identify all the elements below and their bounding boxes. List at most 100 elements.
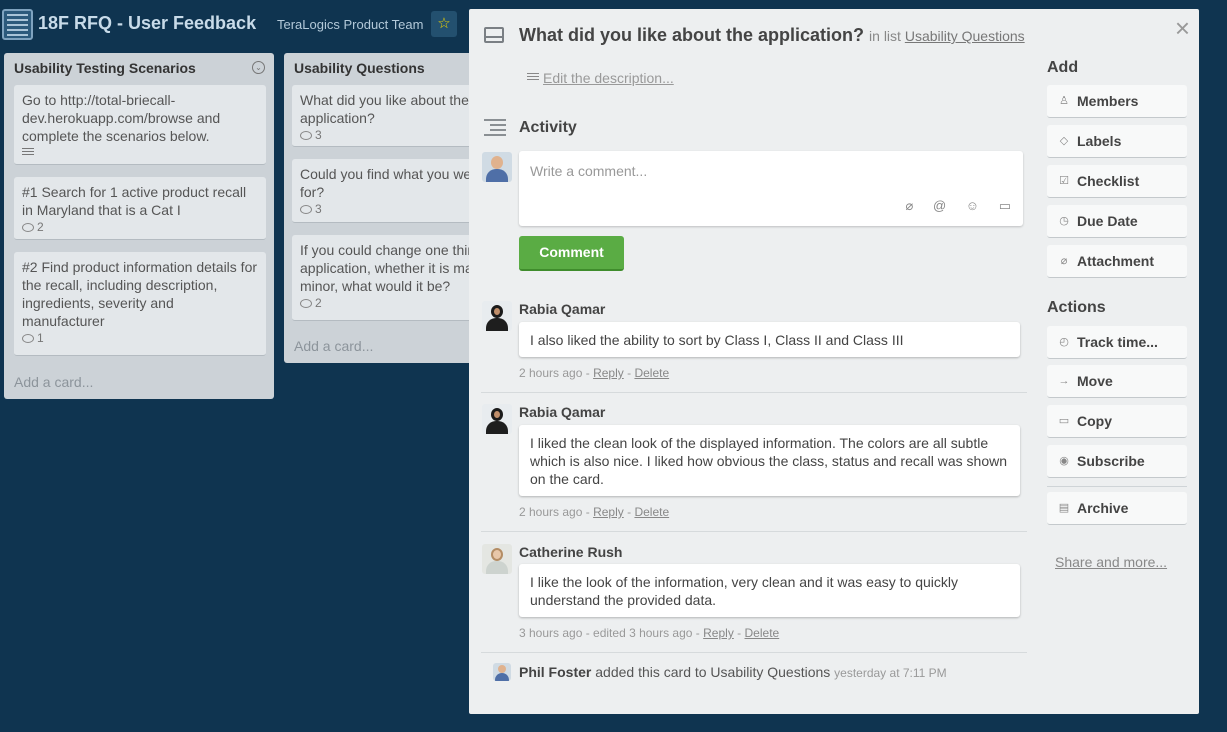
board-title[interactable]: 18F RFQ - User Feedback [38,13,256,34]
archive-label: Archive [1077,500,1129,516]
eye-icon: ◉ [1059,455,1069,467]
list-card[interactable]: If you could change one thing about the … [292,235,484,321]
actions-heading: Actions [1047,299,1106,316]
due-date-label: Due Date [1077,213,1138,229]
track-time-button[interactable]: ◴ Track time... [1047,326,1187,359]
card-icon[interactable]: ▭ [999,198,1011,214]
card-title-text[interactable]: What did you like about the application? [519,25,864,45]
reply-link[interactable]: Reply [703,626,734,640]
card-icon [484,27,504,43]
list-card[interactable]: What did you like about the application?… [292,85,484,147]
comment-author[interactable]: Catherine Rush [519,544,622,560]
comment-time: 3 hours ago - edited 3 hours ago - [519,626,700,640]
avatar[interactable] [493,663,511,681]
team-name[interactable]: TeraLogics Product Team [277,17,423,32]
comment-icon [22,223,34,232]
avatar[interactable] [482,404,512,434]
comment-meta: 2 hours ago - Reply - Delete [519,366,669,380]
reply-link[interactable]: Reply [593,366,624,380]
list-usability-questions: Usability Questions What did you like ab… [284,53,484,363]
comment-count: 1 [37,331,44,345]
activity-icon [484,119,506,139]
divider [481,392,1027,393]
checklist-button[interactable]: ☑ Checklist [1047,165,1187,198]
divider [1047,486,1187,487]
comment-text: I also liked the ability to sort by Clas… [519,322,1020,357]
list-card[interactable]: Go to http://total-briecall-dev.herokuap… [14,85,266,165]
comment-count: 3 [315,202,322,216]
list-title[interactable]: Usability Questions [284,53,484,83]
activity-entry: Phil Foster added this card to Usability… [519,664,947,680]
member-icon: ♙ [1059,95,1069,107]
edit-description-link[interactable]: Edit the description... [527,70,674,86]
mention-icon[interactable]: @ [933,198,946,213]
list-card[interactable]: #2 Find product information details for … [14,252,266,356]
list-card[interactable]: Could you find what you were looking for… [292,159,484,223]
avatar[interactable] [482,544,512,574]
meta-separator: - [627,366,632,380]
labels-button[interactable]: ◇ Labels [1047,125,1187,158]
members-button[interactable]: ♙ Members [1047,85,1187,118]
avatar[interactable] [482,301,512,331]
meta-separator: - [737,626,742,640]
copy-button[interactable]: ▭ Copy [1047,405,1187,438]
card-title: What did you like about the application? [300,92,469,126]
card-title: #1 Search for 1 active product recall in… [22,184,247,218]
card-title: If you could change one thing about the … [300,242,484,294]
comment-icon [300,131,312,140]
activity-action: added this card to Usability Questions [595,664,831,680]
comment-text: I like the look of the information, very… [519,564,1020,617]
subscribe-label: Subscribe [1077,453,1145,469]
subscribe-button[interactable]: ◉ Subscribe [1047,445,1187,478]
comment-input[interactable]: Write a comment... ⌀ @ ☺ ▭ [519,151,1023,226]
comment-meta: 2 hours ago - Reply - Delete [519,505,669,519]
comment-author[interactable]: Rabia Qamar [519,404,605,420]
paperclip-icon: ⌀ [1060,255,1068,267]
list-name-link[interactable]: Usability Questions [905,28,1025,44]
in-list-prefix: in list [869,28,901,44]
share-and-more-link[interactable]: Share and more... [1055,554,1167,570]
due-date-button[interactable]: ◷ Due Date [1047,205,1187,238]
emoji-icon[interactable]: ☺ [966,198,979,213]
divider [481,652,1027,653]
close-icon[interactable]: × [1175,15,1190,41]
move-button[interactable]: → Move [1047,365,1187,398]
activity-actor[interactable]: Phil Foster [519,664,591,680]
archive-button[interactable]: ▤ Archive [1047,492,1187,525]
add-card-link[interactable]: Add a card... [14,374,93,390]
comment-count: 2 [37,220,44,234]
card-detail-title: What did you like about the application?… [519,25,1025,46]
list-usability-testing-scenarios: Usability Testing Scenarios ⌄ Go to http… [4,53,274,399]
attachment-button[interactable]: ⌀ Attachment [1047,245,1187,278]
comment-icon [22,334,34,343]
activity-time[interactable]: yesterday at 7:11 PM [834,666,947,680]
star-icon[interactable]: ☆ [431,11,457,37]
members-label: Members [1077,93,1139,109]
card-title: #2 Find product information details for … [22,259,258,329]
list-menu-icon[interactable]: ⌄ [252,61,265,74]
delete-link[interactable]: Delete [634,366,669,380]
add-heading: Add [1047,59,1079,76]
delete-link[interactable]: Delete [634,505,669,519]
paperclip-icon[interactable]: ⌀ [906,198,914,214]
in-list-label: in list Usability Questions [869,28,1025,44]
comment-meta: 3 hours ago - edited 3 hours ago - Reply… [519,626,779,640]
card-title: Could you find what you were looking for… [300,166,484,200]
comment-count: 3 [315,128,322,142]
delete-link[interactable]: Delete [745,626,780,640]
card-icon: ▭ [1058,415,1070,427]
comment-text: I liked the clean look of the displayed … [519,425,1020,496]
board-logo-icon[interactable] [2,9,33,40]
list-card[interactable]: #1 Search for 1 active product recall in… [14,177,266,240]
description-icon [22,146,34,157]
clock-icon: ◷ [1059,215,1069,227]
reply-link[interactable]: Reply [593,505,624,519]
comment-author[interactable]: Rabia Qamar [519,301,605,317]
description-icon [527,71,539,82]
meta-separator: - [627,505,632,519]
comment-button[interactable]: Comment [519,236,624,271]
add-card-link[interactable]: Add a card... [294,338,373,354]
list-title[interactable]: Usability Testing Scenarios [4,53,274,83]
comment-placeholder: Write a comment... [530,163,648,179]
avatar[interactable] [482,152,512,182]
